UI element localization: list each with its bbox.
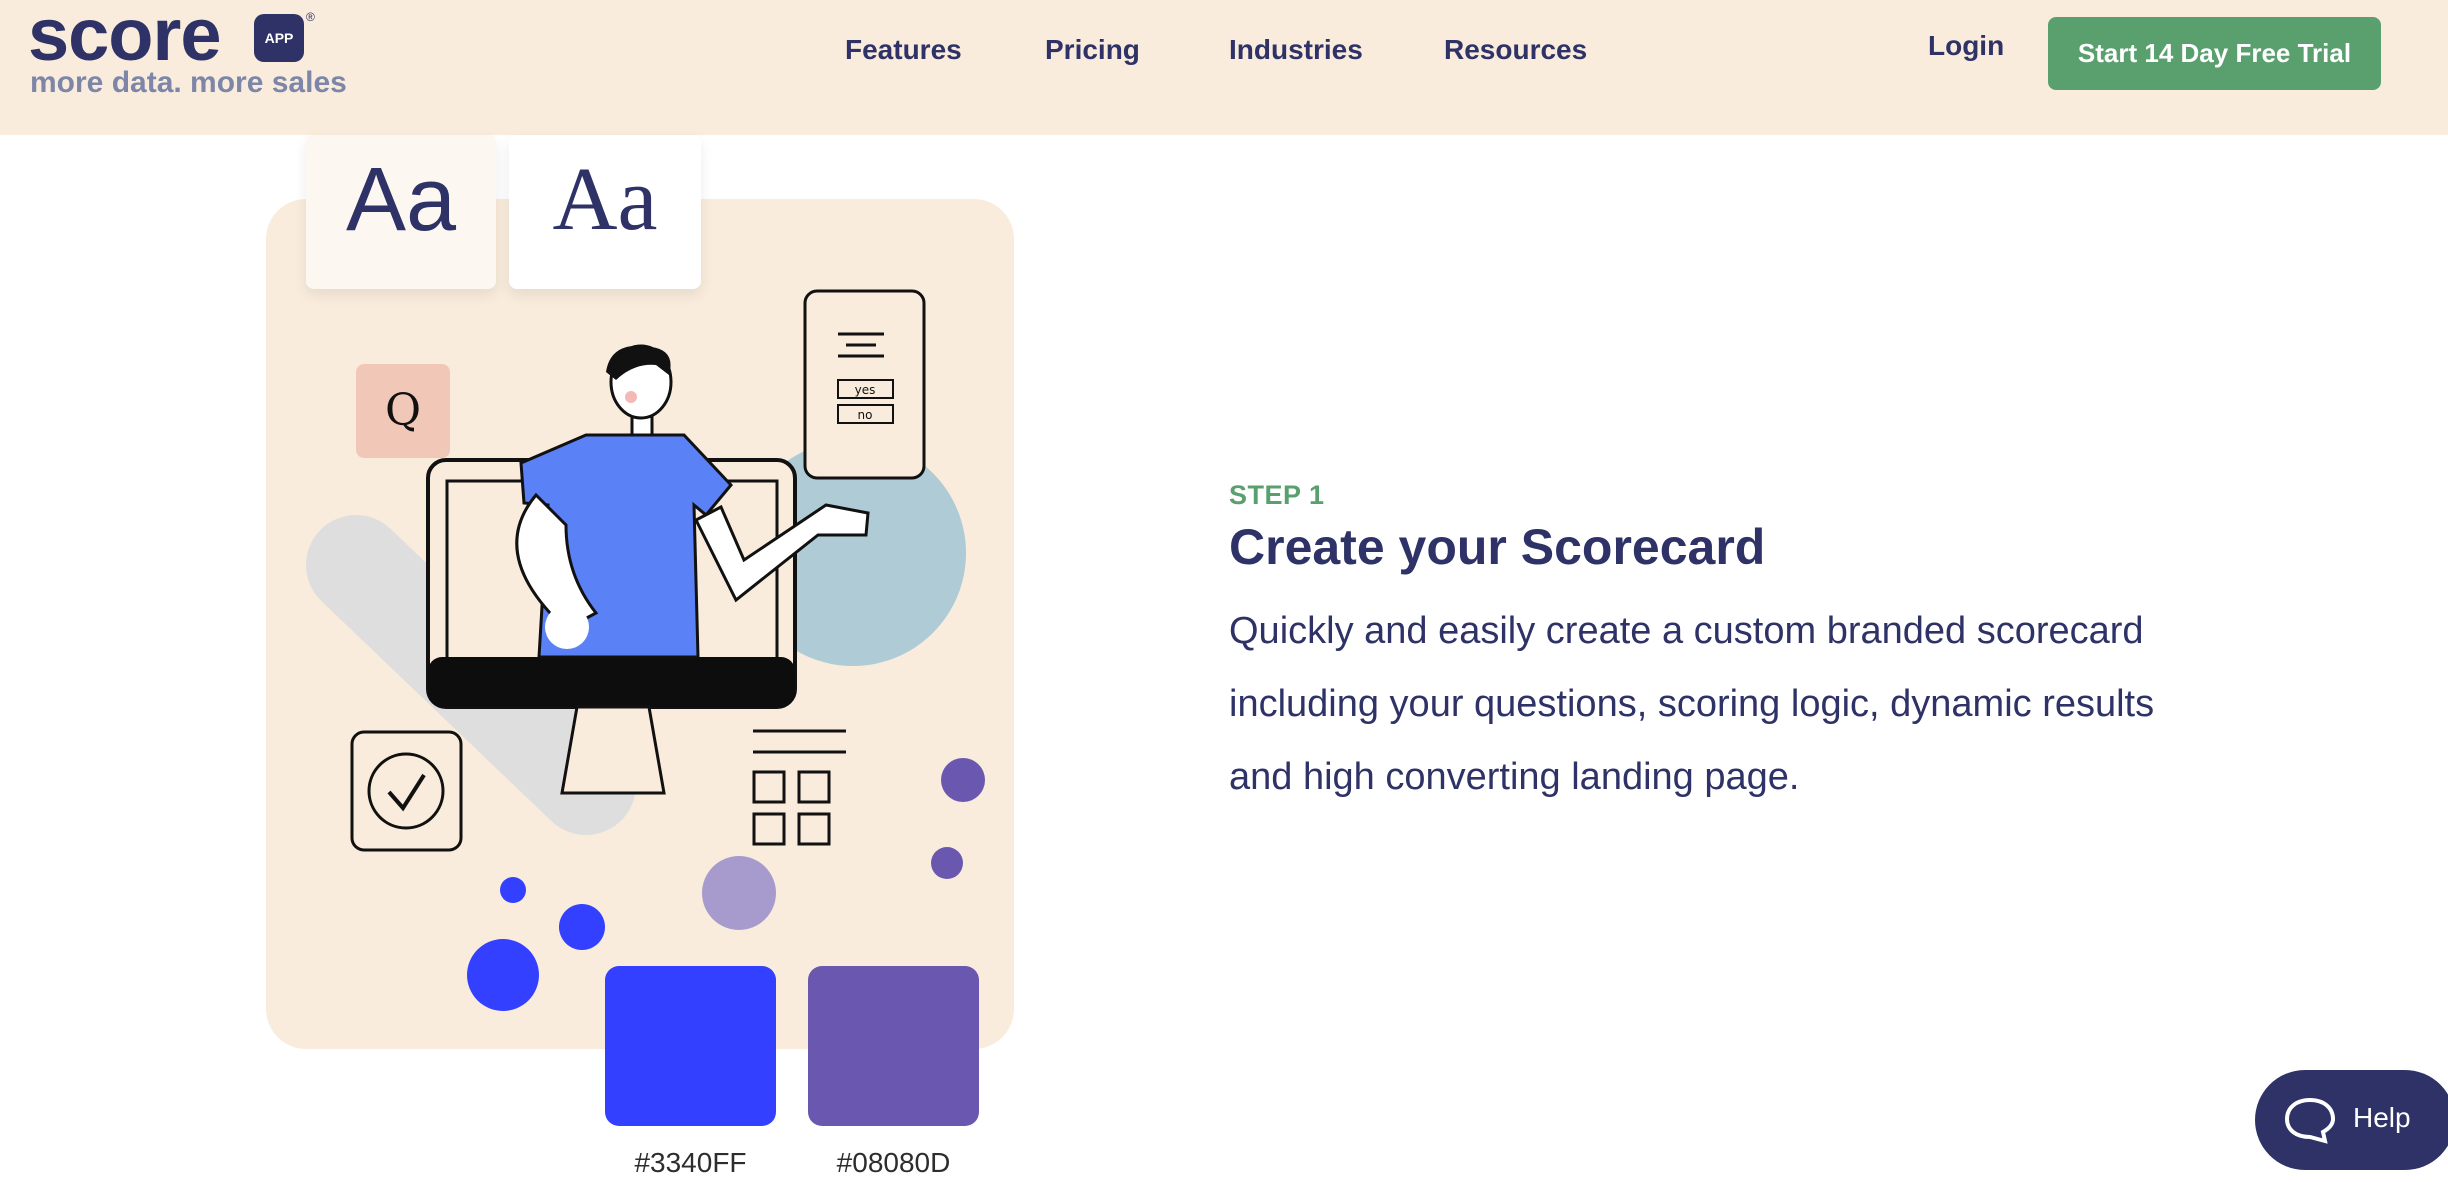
logo-tagline: more data. more sales <box>30 66 347 99</box>
step-label: STEP 1 <box>1229 480 1325 510</box>
help-label: Help <box>2353 1102 2411 1133</box>
phone-no-label: no <box>858 408 873 422</box>
swatch-hex-label-blue: #3340FF <box>634 1147 747 1178</box>
swatch-hex-label-purple: #08080D <box>836 1147 951 1178</box>
color-swatch-blue <box>605 966 776 1126</box>
help-widget-button[interactable]: Help <box>2255 1070 2448 1170</box>
login-link[interactable]: Login <box>1928 30 2004 62</box>
color-swatch-purple <box>808 966 979 1126</box>
phone-yes-label: yes <box>855 383 876 397</box>
section-title: Create your Scorecard <box>1229 519 1766 575</box>
scoreapp-logo[interactable]: score APP ® more data. more sales <box>28 0 347 104</box>
nav-industries[interactable]: Industries <box>1229 34 1363 66</box>
nav-features[interactable]: Features <box>845 34 962 66</box>
logo-app-badge: APP <box>254 14 304 62</box>
nav-resources[interactable]: Resources <box>1444 34 1587 66</box>
section-description: Quickly and easily create a custom brand… <box>1229 610 2155 798</box>
site-header: score APP ® more data. more sales Featur… <box>0 0 2448 135</box>
nav-pricing[interactable]: Pricing <box>1045 34 1140 66</box>
chat-bubble-icon <box>2284 1097 2336 1144</box>
scorecard-illustration: Aa Aa Q yes no #3340FF #08080D <box>266 135 1016 1182</box>
registered-mark: ® <box>306 10 315 24</box>
free-trial-button[interactable]: Start 14 Day Free Trial <box>2048 17 2381 90</box>
